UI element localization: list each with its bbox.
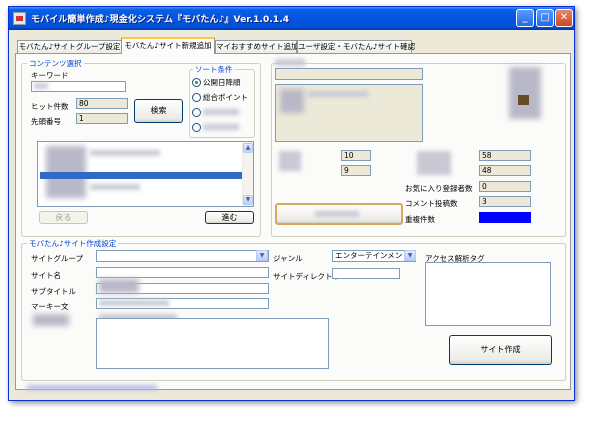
site-group-select[interactable]: [96, 250, 269, 262]
detail-thumbnail-blurred: [509, 67, 541, 119]
analytics-tag-textarea[interactable]: [425, 262, 551, 326]
content-results-list[interactable]: ▲ ▼: [37, 141, 254, 207]
selected-result-row[interactable]: [40, 172, 242, 179]
result-line-blurred: [90, 150, 160, 156]
detail-text-blurred: [308, 91, 368, 97]
tab-recommend-site[interactable]: マイおすすめサイト追加: [215, 40, 299, 53]
results-scrollbar[interactable]: ▲ ▼: [242, 142, 253, 206]
create-site-button[interactable]: サイト作成: [449, 335, 552, 365]
minimize-button[interactable]: _: [516, 9, 534, 27]
marquee-label: マーキー文: [31, 302, 69, 311]
stat-b-value: 9: [341, 165, 371, 176]
sort-radio-option-3[interactable]: [192, 108, 201, 117]
genre-label: ジャンル: [273, 254, 303, 263]
stat-c-value: 58: [479, 150, 531, 161]
close-button[interactable]: ✕: [555, 9, 573, 27]
genre-dropdown-icon[interactable]: ▼: [404, 250, 416, 261]
stat-a-value: 10: [341, 150, 371, 161]
scroll-up-icon[interactable]: ▲: [243, 143, 253, 153]
app-icon: [13, 12, 26, 25]
detail-description-field: [275, 84, 423, 142]
favorites-value: 0: [479, 181, 531, 192]
duplicates-label: 重複件数: [405, 215, 435, 224]
site-name-input[interactable]: [96, 267, 269, 278]
sort-radio-option-4[interactable]: [192, 123, 201, 132]
content-select-title: コンテンツ選択: [27, 58, 84, 69]
search-button[interactable]: 検索: [134, 99, 183, 123]
stat-labels-blurred: [279, 151, 301, 171]
detail-image-blurred: [280, 89, 304, 113]
subtitle-label: サブタイトル: [31, 287, 76, 296]
sort-option-published-label: 公開日降順: [203, 78, 241, 87]
site-group-label: サイトグループ: [31, 254, 84, 263]
status-text-blurred: [27, 385, 157, 390]
detail-action-label-blurred: [315, 211, 359, 217]
hits-value: 80: [76, 98, 128, 109]
duplicates-color-indicator: [479, 212, 531, 223]
sort-option-4-blurred: [203, 124, 239, 130]
subtitle-blurred: [99, 279, 139, 293]
detail-thumbnail-image: [518, 95, 529, 105]
site-group-dropdown-icon[interactable]: ▼: [256, 250, 268, 261]
app-window: モバイル簡単作成♪現金化システム『モバたん♪』Ver.1.0.1.4 _ □ ✕…: [8, 6, 575, 401]
sort-option-points-label: 総合ポイント: [203, 93, 248, 102]
keyword-label: キーワード: [31, 71, 69, 80]
detail-title-field: [275, 68, 423, 80]
extra-label-blurred: [33, 314, 69, 326]
hits-label: ヒット件数: [31, 102, 69, 111]
tab-site-group-settings[interactable]: モバたん♪サイトグループ設定: [17, 40, 122, 53]
detail-action-button[interactable]: [275, 203, 403, 225]
favorites-label: お気に入り登録者数: [405, 184, 473, 193]
marquee-blurred: [99, 300, 169, 306]
window-title: モバイル簡単作成♪現金化システム『モバたん♪』Ver.1.0.1.4: [31, 15, 290, 25]
tab-new-site[interactable]: モバたん♪サイト新規追加: [121, 37, 215, 54]
comments-label: コメント投稿数: [405, 199, 458, 208]
detail-title-blurred: [275, 59, 305, 66]
comments-value: 3: [479, 196, 531, 207]
tab-user-settings[interactable]: ユーザ設定・モバたん♪サイト確認: [297, 40, 415, 53]
scroll-down-icon[interactable]: ▼: [243, 195, 253, 205]
maximize-button[interactable]: □: [536, 9, 554, 27]
stat-d-value: 48: [479, 165, 531, 176]
stat-right-labels-blurred: [417, 151, 451, 175]
result-line-2-blurred: [90, 184, 140, 190]
site-body-textarea[interactable]: [96, 318, 329, 369]
site-directory-label: サイトディレクトリ: [273, 272, 340, 281]
sort-option-3-blurred: [203, 109, 239, 115]
title-bar[interactable]: モバイル簡単作成♪現金化システム『モバたん♪』Ver.1.0.1.4 _ □ ✕: [9, 7, 574, 30]
next-button[interactable]: 進む: [205, 211, 254, 224]
sort-title: ソート条件: [193, 64, 235, 75]
keyword-blurred-text: [34, 83, 48, 89]
start-number-value: 1: [76, 113, 128, 124]
back-button[interactable]: 戻る: [39, 211, 88, 224]
sort-radio-points[interactable]: [192, 93, 201, 102]
site-name-label: サイト名: [31, 271, 61, 280]
sort-radio-published[interactable]: [192, 78, 201, 87]
start-number-label: 先頭番号: [31, 117, 61, 126]
site-create-title: モバたん♪サイト作成設定: [27, 238, 119, 249]
site-directory-input[interactable]: [332, 268, 400, 279]
